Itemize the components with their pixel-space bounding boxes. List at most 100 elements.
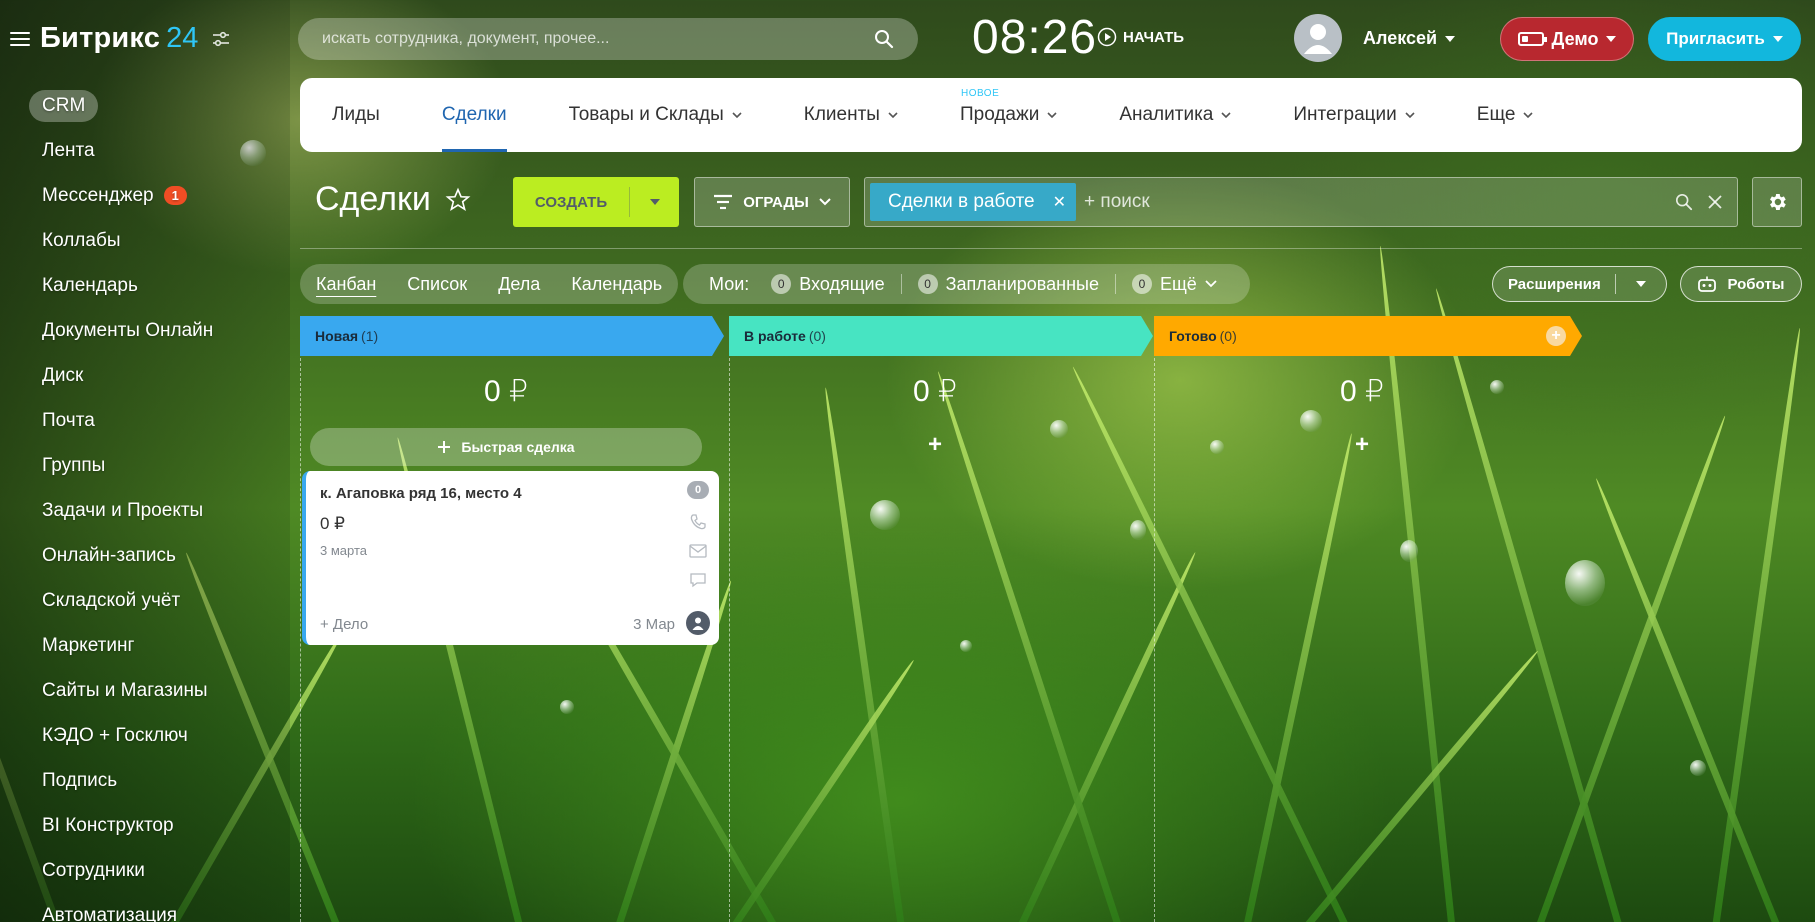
sidebar-item-label: Автоматизация <box>42 904 177 922</box>
search-icon[interactable] <box>1675 193 1693 211</box>
category-filter-button[interactable]: ОГРАДЫ <box>694 177 850 227</box>
sidebar-item-employees[interactable]: Сотрудники <box>0 848 290 893</box>
sidebar-item-label: КЭДО + Госключ <box>42 724 188 746</box>
counter-planned[interactable]: 0 Запланированные <box>917 274 1099 295</box>
mail-icon[interactable] <box>687 540 709 562</box>
start-workday-button[interactable]: НАЧАТЬ <box>1097 27 1184 47</box>
add-column-icon[interactable]: + <box>1546 326 1566 346</box>
column-header[interactable]: Новая (1) <box>300 316 724 356</box>
counter-value: 0 <box>917 274 938 294</box>
deal-date: 3 марта <box>320 543 367 558</box>
tab-analytics[interactable]: Аналитика <box>1119 78 1231 152</box>
demo-button[interactable]: Демо <box>1500 17 1634 61</box>
search-input[interactable] <box>322 30 874 48</box>
star-icon[interactable] <box>445 187 471 213</box>
settings-button[interactable] <box>1752 177 1802 227</box>
chevron-down-icon <box>1523 112 1534 119</box>
phone-icon[interactable] <box>687 511 709 533</box>
tab-sales[interactable]: НОВОЕ Продажи <box>960 78 1057 152</box>
chevron-down-icon <box>1635 281 1646 287</box>
user-silhouette-icon <box>692 617 704 630</box>
toolbar-divider <box>300 248 1802 249</box>
sidebar-item-sign[interactable]: Подпись <box>0 758 290 803</box>
kanban-column-in-progress: В работе (0) 0 ₽ + <box>729 316 1153 922</box>
tab-more[interactable]: Еще <box>1477 78 1534 152</box>
sidebar-item-marketing[interactable]: Маркетинг <box>0 623 290 668</box>
sidebar-item-docs-online[interactable]: Документы Онлайн <box>0 308 290 353</box>
add-deal-button[interactable]: + <box>1154 431 1570 459</box>
counter-incoming[interactable]: 0 Входящие <box>771 274 885 295</box>
clock[interactable]: 08:26 <box>972 10 1097 65</box>
sidebar-item-booking[interactable]: Онлайн-запись <box>0 533 290 578</box>
brand-number[interactable]: 24 <box>166 22 198 55</box>
chevron-down-icon <box>888 112 898 119</box>
sidebar-item-automation[interactable]: Автоматизация <box>0 893 290 922</box>
quick-deal-button[interactable]: Быстрая сделка <box>310 428 702 466</box>
create-dropdown[interactable] <box>630 199 679 205</box>
sidebar-item-kedo[interactable]: КЭДО + Госключ <box>0 713 290 758</box>
column-count: (0) <box>1219 328 1237 344</box>
robots-button[interactable]: Роботы <box>1680 266 1802 302</box>
view-kanban[interactable]: Канбан <box>316 274 376 295</box>
chevron-down-icon <box>1047 112 1057 119</box>
responsible-avatar[interactable] <box>686 611 710 635</box>
view-calendar[interactable]: Календарь <box>571 274 662 295</box>
add-deal-button[interactable]: + <box>729 431 1141 459</box>
deal-title[interactable]: к. Агаповка ряд 16, место 4 <box>320 485 522 502</box>
sidebar-item-label: Почта <box>42 409 95 431</box>
sidebar-item-feed[interactable]: Лента <box>0 128 290 173</box>
sidebar-item-label: Диск <box>42 364 84 386</box>
sidebar-item-label: Онлайн-запись <box>42 544 176 566</box>
sidebar-item-tasks[interactable]: Задачи и Проекты <box>0 488 290 533</box>
tab-products[interactable]: Товары и Склады <box>569 78 742 152</box>
view-activities[interactable]: Дела <box>498 274 540 295</box>
tab-clients[interactable]: Клиенты <box>804 78 898 152</box>
chat-icon[interactable] <box>687 569 709 591</box>
tab-integrations[interactable]: Интеграции <box>1293 78 1415 152</box>
clear-icon[interactable] <box>1707 194 1723 210</box>
sidebar-item-bi[interactable]: BI Конструктор <box>0 803 290 848</box>
filter-search-input[interactable] <box>1076 191 1675 213</box>
invite-label: Пригласить <box>1666 29 1765 48</box>
extensions-dropdown[interactable] <box>1616 281 1666 287</box>
invite-button[interactable]: Пригласить <box>1648 17 1801 61</box>
sidebar-item-disk[interactable]: Диск <box>0 353 290 398</box>
sidebar-item-collabs[interactable]: Коллабы <box>0 218 290 263</box>
column-header[interactable]: Готово (0) + <box>1154 316 1582 356</box>
divider <box>900 274 902 294</box>
sidebar-item-messenger[interactable]: Мессенджер 1 <box>0 173 290 218</box>
page-title-text: Сделки <box>315 180 431 218</box>
filter-chip[interactable]: Сделки в работе ✕ <box>870 183 1077 221</box>
user-menu[interactable]: Алексей <box>1363 28 1456 49</box>
robot-icon <box>1698 276 1717 292</box>
tab-label: Товары и Склады <box>568 104 724 125</box>
sidebar-item-inventory[interactable]: Складской учёт <box>0 578 290 623</box>
brand-name[interactable]: Битрикс <box>40 22 160 55</box>
sidebar-item-groups[interactable]: Группы <box>0 443 290 488</box>
chevron-down-icon <box>732 112 742 119</box>
extensions-button[interactable]: Расширения <box>1492 266 1667 302</box>
close-icon[interactable]: ✕ <box>1053 192 1066 212</box>
view-list[interactable]: Список <box>407 274 467 295</box>
hamburger-menu-icon[interactable] <box>10 31 30 46</box>
create-button[interactable]: СОЗДАТЬ <box>513 177 679 227</box>
tab-leads[interactable]: Лиды <box>332 78 380 152</box>
sidebar-item-label: BI Конструктор <box>42 814 174 836</box>
add-activity-link[interactable]: + Дело <box>320 616 368 633</box>
sidebar-item-crm[interactable]: CRM <box>0 83 290 128</box>
filter-icon <box>714 194 733 210</box>
tab-deals[interactable]: Сделки <box>441 78 507 152</box>
deal-card[interactable]: к. Агаповка ряд 16, место 4 0 ₽ 3 марта … <box>302 471 719 645</box>
column-header[interactable]: В работе (0) <box>729 316 1153 356</box>
sidebar-item-label: Складской учёт <box>42 589 181 611</box>
sidebar-item-mail[interactable]: Почта <box>0 398 290 443</box>
filter-chip-label: Сделки в работе <box>888 191 1035 212</box>
tab-label: Клиенты <box>803 104 880 125</box>
user-avatar[interactable] <box>1294 14 1342 62</box>
counter-more[interactable]: 0 Ещё <box>1131 274 1217 295</box>
sidebar-item-sites[interactable]: Сайты и Магазины <box>0 668 290 713</box>
sidebar-item-calendar[interactable]: Календарь <box>0 263 290 308</box>
settings-sliders-icon[interactable] <box>212 31 230 47</box>
messenger-badge: 1 <box>163 186 187 205</box>
search-icon[interactable] <box>874 29 894 49</box>
